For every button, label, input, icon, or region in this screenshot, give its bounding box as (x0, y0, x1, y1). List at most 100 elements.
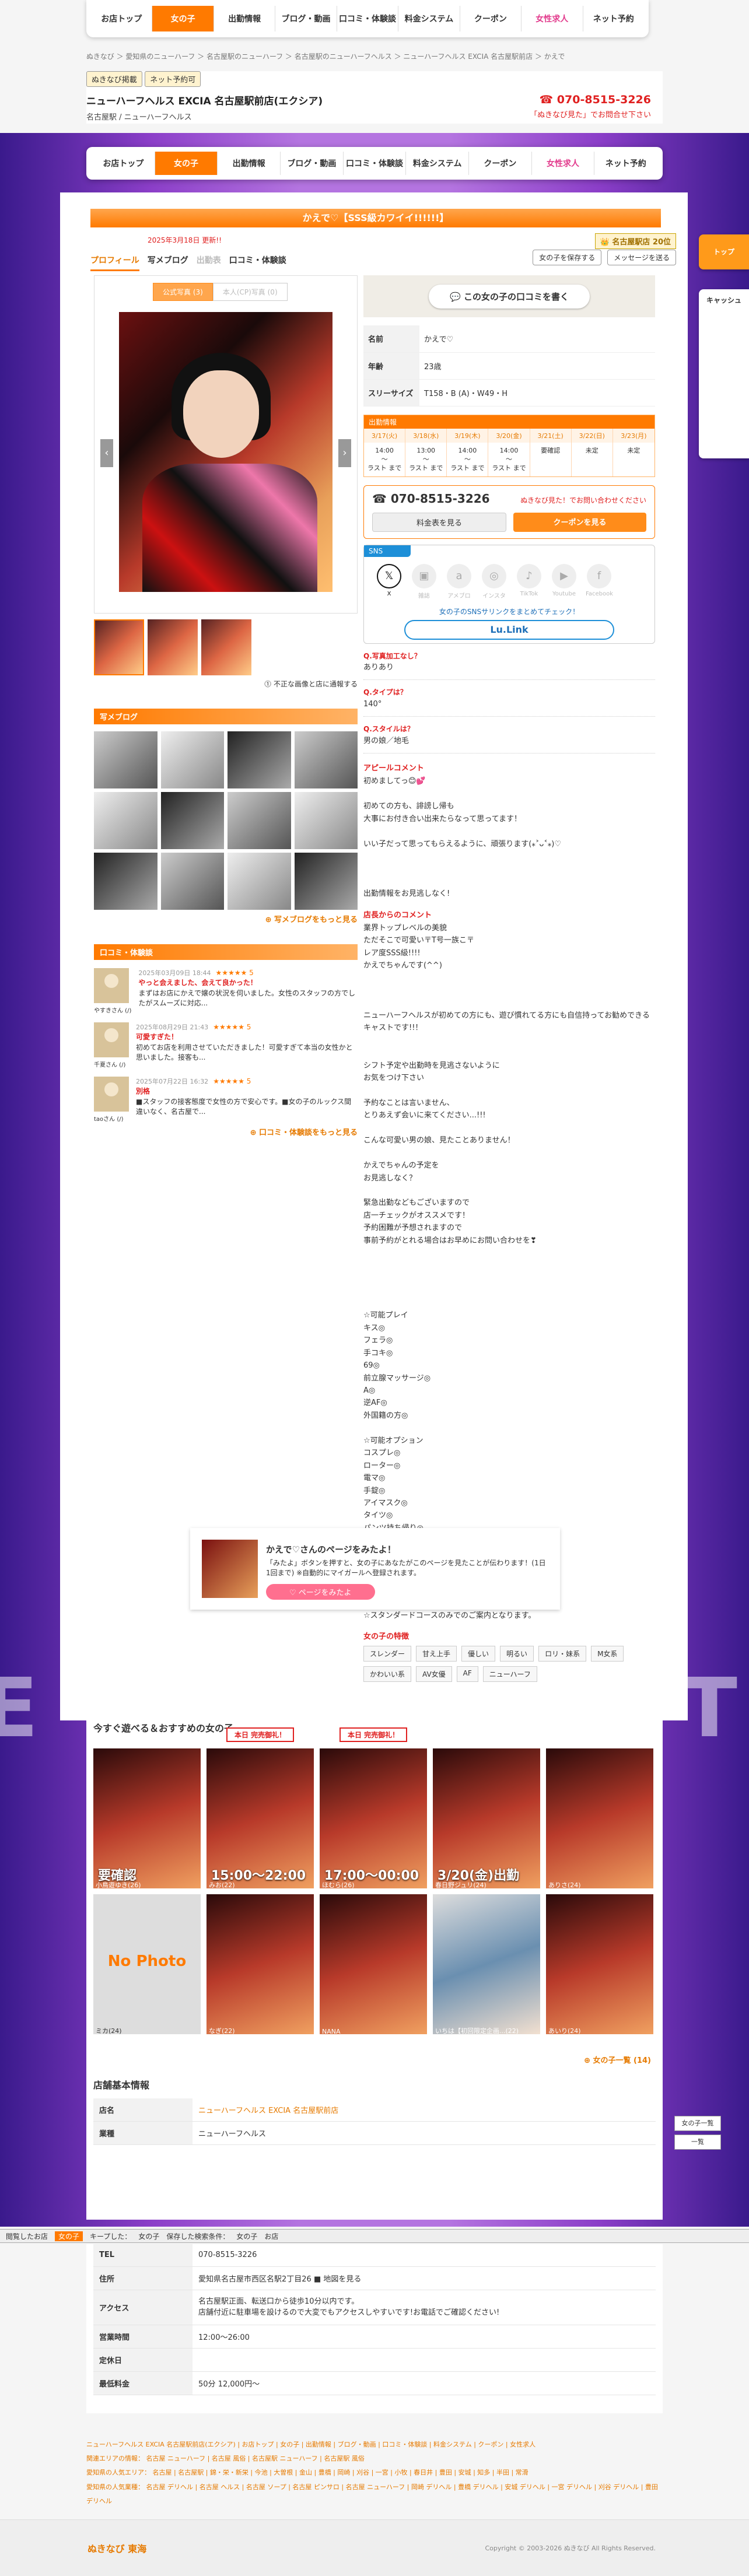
footer-popular-genre-links[interactable]: 愛知県の人気業種： 名古屋 デリヘル | 名古屋 ヘルス | 名古屋 ソープ |… (86, 2480, 663, 2508)
next-photo-arrow-icon[interactable]: › (338, 439, 351, 467)
nav2-schedule[interactable]: 出勤情報 (218, 152, 281, 175)
feature-tag[interactable]: ニューハーフ (482, 1666, 537, 1683)
tab-reviews[interactable]: 口コミ・体験談 (229, 251, 286, 271)
tiktok-icon[interactable]: ♪ TikTok (516, 563, 542, 600)
nav-reviews[interactable]: 口コミ・体験談 (337, 6, 399, 31)
nav2-shop-top[interactable]: お店トップ (92, 152, 155, 175)
send-message-button[interactable]: メッセージを送る (607, 250, 676, 265)
blog-thumb[interactable] (160, 792, 224, 849)
shop-info-value[interactable]: ニューハーフヘルス EXCIA 名古屋駅前店 (192, 2098, 656, 2122)
feature-tag[interactable]: 甘え上手 (416, 1646, 457, 1662)
nav-recruit[interactable]: 女性求人 (522, 6, 583, 31)
saved-shops[interactable]: お店 (264, 2231, 278, 2241)
girl-card[interactable]: いちは【初回限定企画...(22) (433, 1894, 540, 2035)
feature-tag[interactable]: 明るい (500, 1646, 534, 1662)
feature-tag[interactable]: スレンダー (363, 1646, 412, 1662)
shop-tel[interactable]: ☎ 070-8515-3226 (540, 93, 651, 106)
feature-tag[interactable]: AF (456, 1666, 478, 1683)
thumbnail[interactable] (201, 619, 251, 675)
history-girls[interactable]: 女の子 (55, 2231, 83, 2241)
nav2-blog[interactable]: ブログ・動画 (281, 152, 344, 175)
history-label[interactable]: 閲覧したお店 (6, 2231, 48, 2241)
feature-tag[interactable]: AV女優 (416, 1666, 452, 1683)
magazine-icon[interactable]: ▣ 雑誌 (411, 563, 438, 600)
keep-girls[interactable]: 女の子 (138, 2231, 159, 2241)
girl-list-side-button[interactable]: 女の子一覧 (674, 2116, 721, 2131)
blog-thumb[interactable] (228, 731, 291, 788)
tab-blog[interactable]: 写メブログ (148, 251, 188, 271)
girl-card[interactable]: 要確認 小鳥遊ゆき(26) (93, 1748, 201, 1889)
coupon-button[interactable]: クーポンを見る (513, 512, 646, 532)
nav2-price[interactable]: 料金システム (406, 152, 470, 175)
nav2-girls[interactable]: 女の子 (155, 152, 218, 175)
nav-price[interactable]: 料金システム (398, 6, 460, 31)
photo-tab-self[interactable]: 本人(CP)写真 (0) (212, 283, 288, 301)
nav2-recruit[interactable]: 女性求人 (532, 152, 595, 175)
review-item[interactable]: taoさん (/) 2025年07月22日 16:32 ★★★★★ 5 別格 ■ス… (94, 1077, 358, 1123)
youtube-icon[interactable]: ▶ Youtube (551, 563, 578, 600)
blog-thumb[interactable] (228, 853, 291, 910)
footer-shop-links[interactable]: ニューハーフヘルス EXCIA 名古屋駅前店(エクシア) | お店トップ | 女… (86, 2438, 663, 2452)
nav2-reserve[interactable]: ネット予約 (594, 152, 657, 175)
nav2-reviews[interactable]: 口コミ・体験談 (344, 152, 407, 175)
prev-photo-arrow-icon[interactable]: ‹ (100, 439, 113, 467)
footer-area-links[interactable]: 関連エリアの情報： 名古屋 ニューハーフ | 名古屋 風俗 | 名古屋駅 ニュー… (86, 2452, 663, 2466)
ameblo-icon[interactable]: a アメブロ (446, 563, 473, 600)
girl-card[interactable]: 本日 完売御礼！ 15:00〜22:00 みお(22) (206, 1727, 314, 1889)
side-top-button[interactable]: トップ (699, 234, 749, 269)
girl-card[interactable]: なぎ(22) (206, 1894, 314, 2035)
girl-list-link[interactable]: ⊕ 女の子一覧 (14) (584, 2054, 651, 2065)
nav-girls[interactable]: 女の子 (152, 6, 214, 31)
facebook-icon[interactable]: f Facebook (586, 563, 613, 600)
girl-card[interactable]: あいり(24) (546, 1894, 653, 2035)
keep-label[interactable]: キープした： (90, 2231, 131, 2241)
blog-thumb[interactable] (160, 731, 224, 788)
blog-thumb[interactable] (294, 853, 358, 910)
girl-card[interactable]: 本日 完売御礼！ 17:00〜00:00 ほむら(26) (320, 1727, 427, 1889)
lulink-button[interactable]: Lu.Link (404, 619, 614, 640)
nav-shop-top[interactable]: お店トップ (91, 6, 153, 31)
shop-info-value[interactable]: 070-8515-3226 (192, 2244, 656, 2267)
girl-card[interactable]: No Photo ミカ(24) (93, 1894, 201, 2035)
blog-thumb[interactable] (160, 853, 224, 910)
blog-thumb[interactable] (94, 853, 158, 910)
blog-thumb[interactable] (294, 792, 358, 849)
feature-tag[interactable]: ロリ・妹系 (538, 1646, 587, 1662)
blog-more-link[interactable]: ⊕ 写メブログをもっと見る (94, 913, 358, 924)
photo-tab-official[interactable]: 公式写真 (3) (153, 283, 213, 301)
nav2-coupon[interactable]: クーポン (469, 152, 532, 175)
blog-thumb[interactable] (294, 731, 358, 788)
thumbnail[interactable] (94, 619, 144, 675)
nav-coupon[interactable]: クーポン (460, 6, 522, 31)
girl-card[interactable]: 3/20(金)出勤 春日野ジュリ(24) (433, 1748, 540, 1889)
review-item[interactable]: 千夏さん (/) 2025年08月29日 21:43 ★★★★★ 5 可愛すぎた！… (94, 1022, 358, 1068)
feature-tag[interactable]: かわいい系 (363, 1666, 412, 1683)
price-list-button[interactable]: 料金表を見る (372, 512, 506, 532)
nav-blog[interactable]: ブログ・動画 (275, 6, 337, 31)
review-item[interactable]: やすきさん (/) 2025年03月09日 18:44 ★★★★★ 5 やっと会え… (94, 968, 358, 1014)
blog-thumb[interactable] (94, 792, 158, 849)
write-review-button[interactable]: 💬 この女の子の口コミを書く (429, 284, 590, 309)
blog-thumb[interactable] (94, 731, 158, 788)
site-logo[interactable]: ぬきなび 東海 (88, 2541, 146, 2555)
report-image-link[interactable]: ⓵ 不正な画像と店に通報する (94, 679, 358, 689)
saved-search-label[interactable]: 保存した検索条件： (166, 2231, 229, 2241)
feature-tag[interactable]: M女系 (591, 1646, 624, 1662)
thumbnail[interactable] (148, 619, 198, 675)
breadcrumb[interactable]: ぬきなび ＞ 愛知県のニューハーフ ＞ 名古屋駅のニューハーフ ＞ 名古屋駅のニ… (86, 51, 649, 61)
shop-info-value[interactable]: 愛知県名古屋市西区名駅2丁目26 ■ 地図を見る (192, 2266, 656, 2290)
feature-tag[interactable]: 優しい (461, 1646, 496, 1662)
x-icon[interactable]: 𝕏X (376, 563, 402, 600)
nav-schedule[interactable]: 出勤情報 (214, 6, 276, 31)
footer-popular-area-links[interactable]: 愛知県の人気エリア： 名古屋 | 名古屋駅 | 錦・栄・新栄 | 今池 | 大曽… (86, 2466, 663, 2480)
side-cashback-banner[interactable]: キャッシュ (699, 289, 749, 458)
tab-profile[interactable]: プロフィール (90, 251, 139, 271)
girl-card[interactable]: ありさ(24) (546, 1748, 653, 1889)
review-more-link[interactable]: ⊕ 口コミ・体験談をもっと見る (94, 1126, 358, 1137)
nav-reserve[interactable]: ネット予約 (583, 6, 644, 31)
tab-schedule[interactable]: 出勤表 (197, 251, 221, 271)
instagram-icon[interactable]: ◎ インスタ (481, 563, 508, 600)
girl-card[interactable]: NANA (320, 1894, 427, 2035)
save-girl-button[interactable]: 女の子を保存する (533, 250, 602, 265)
saved-girls[interactable]: 女の子 (236, 2231, 257, 2241)
